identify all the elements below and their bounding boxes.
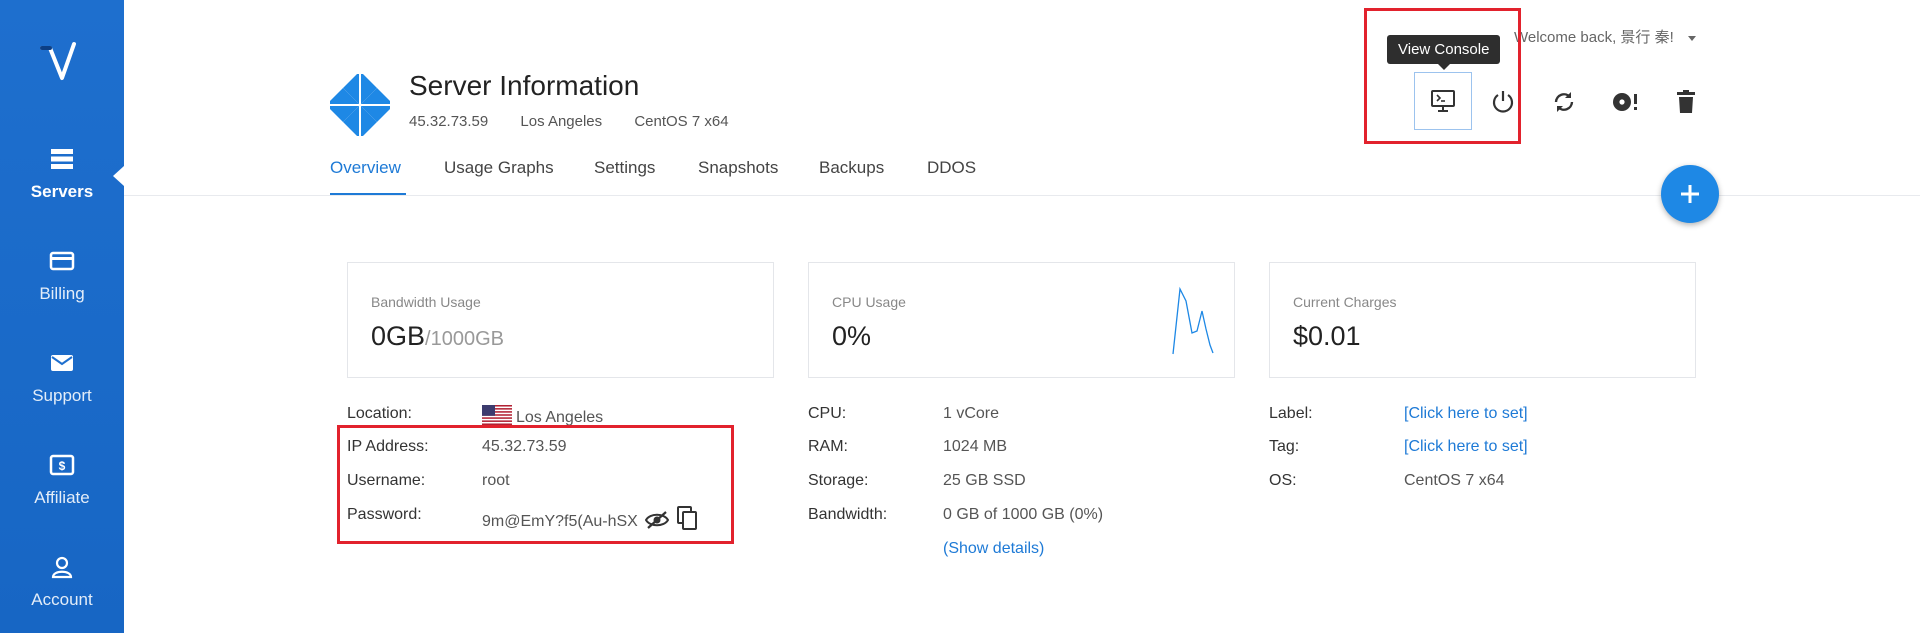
- us-flag-icon: [482, 405, 512, 425]
- support-icon: [51, 355, 73, 371]
- user-menu[interactable]: Welcome back, 景行 秦!: [1514, 26, 1696, 47]
- tag-label: Tag:: [1269, 438, 1300, 455]
- cpu-label: CPU:: [808, 405, 847, 422]
- storage-label: Storage:: [808, 472, 869, 489]
- card-label: Bandwidth Usage: [371, 294, 481, 310]
- sidebar-item-affiliate[interactable]: $ Affiliate: [0, 452, 124, 542]
- svg-text:$: $: [59, 459, 66, 473]
- tab-snapshots[interactable]: Snapshots: [698, 158, 778, 178]
- tab-settings[interactable]: Settings: [594, 158, 655, 178]
- server-details-mid: CPU: 1 vCore RAM: 1024 MB Storage: 25 GB…: [808, 405, 1208, 565]
- highlight-box: [337, 425, 734, 544]
- sidebar-item-label: Account: [31, 590, 93, 609]
- os-label: OS:: [1269, 472, 1297, 489]
- card-value: 0%: [832, 321, 872, 351]
- sidebar-item-label: Affiliate: [34, 488, 90, 507]
- disc-alert-icon: [1613, 93, 1637, 111]
- card-label: Current Charges: [1293, 294, 1397, 310]
- reinstall-button[interactable]: [1597, 74, 1653, 130]
- card-value: $0.01: [1293, 321, 1361, 351]
- destroy-button[interactable]: [1658, 74, 1714, 130]
- bandwidth-value: 0 GB of 1000 GB (0%): [943, 506, 1104, 523]
- os-value: CentOS 7 x64: [1404, 472, 1505, 489]
- location-label: Location:: [347, 405, 412, 422]
- sidebar-item-label: Servers: [30, 182, 94, 201]
- restart-button[interactable]: [1536, 74, 1592, 130]
- sidebar-item-account[interactable]: Account: [0, 554, 124, 644]
- ram-value: 1024 MB: [943, 438, 1008, 455]
- sidebar-item-label: Billing: [39, 284, 85, 303]
- bandwidth-value: 0GB: [371, 321, 426, 351]
- billing-icon: [49, 251, 75, 271]
- set-label-link[interactable]: [Click here to set]: [1404, 405, 1528, 423]
- show-details-link[interactable]: (Show details): [943, 540, 1044, 558]
- server-summary: 45.32.73.59 Los Angeles CentOS 7 x64: [409, 113, 757, 130]
- plus-icon: [1681, 185, 1699, 203]
- server-os: CentOS 7 x64: [634, 113, 729, 130]
- cpu-sparkline: [1172, 286, 1214, 355]
- restart-icon: [1554, 92, 1574, 112]
- card-label: CPU Usage: [832, 294, 906, 310]
- set-tag-link[interactable]: [Click here to set]: [1404, 438, 1528, 456]
- affiliate-icon: $: [49, 454, 75, 476]
- sidebar-item-support[interactable]: Support: [0, 350, 124, 440]
- trash-icon: [1677, 90, 1695, 113]
- ram-label: RAM:: [808, 438, 848, 455]
- current-charges-card: Current Charges $0.01: [1269, 262, 1696, 378]
- welcome-text: Welcome back, 景行 秦!: [1514, 29, 1674, 46]
- sidebar-item-label: Support: [32, 386, 92, 405]
- bandwidth-usage-card: Bandwidth Usage 0GB/1000GB: [347, 262, 774, 378]
- tab-overview[interactable]: Overview: [330, 158, 401, 178]
- location-value: Los Angeles: [482, 405, 603, 427]
- bandwidth-limit: /1000GB: [425, 328, 504, 350]
- bandwidth-label: Bandwidth:: [808, 506, 888, 523]
- label-label: Label:: [1269, 405, 1313, 422]
- cpu-usage-card: CPU Usage 0%: [808, 262, 1235, 378]
- chevron-down-icon: [1687, 35, 1696, 41]
- tab-backups[interactable]: Backups: [819, 158, 884, 178]
- server-ip: 45.32.73.59: [409, 113, 489, 130]
- tab-ddos[interactable]: DDOS: [927, 158, 976, 178]
- highlight-box: [1364, 8, 1521, 144]
- cpu-value: 1 vCore: [943, 405, 1000, 422]
- servers-icon: [51, 149, 73, 169]
- sidebar: Servers Billing Support $ Affiliate Acco…: [0, 0, 124, 633]
- add-server-button[interactable]: [1661, 165, 1719, 223]
- tab-usage-graphs[interactable]: Usage Graphs: [444, 158, 554, 178]
- storage-value: 25 GB SSD: [943, 472, 1026, 489]
- vultr-logo[interactable]: [0, 40, 124, 90]
- sidebar-item-billing[interactable]: Billing: [0, 248, 124, 338]
- card-value: 0GB/1000GB: [371, 321, 504, 352]
- server-location: Los Angeles: [520, 113, 603, 130]
- account-icon: [51, 556, 73, 579]
- location-text: Los Angeles: [516, 409, 604, 426]
- server-logo-icon: [326, 71, 394, 139]
- sidebar-item-servers[interactable]: Servers: [0, 146, 124, 236]
- server-details-right: Label: [Click here to set] Tag: [Click h…: [1269, 405, 1669, 525]
- page-title: Server Information: [409, 70, 640, 101]
- header-divider: [124, 195, 1920, 196]
